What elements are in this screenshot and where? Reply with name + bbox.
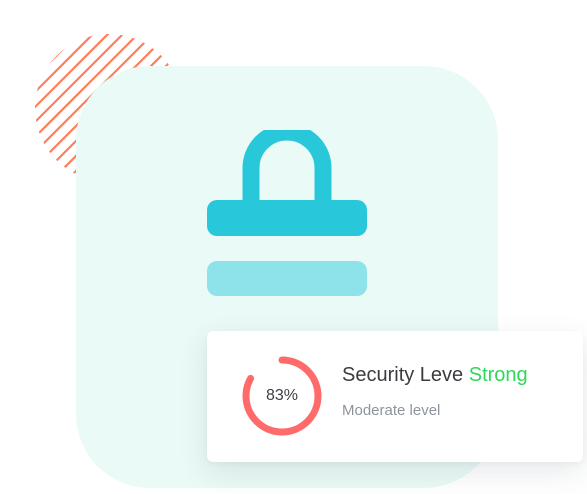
progress-percent: 83% <box>265 387 299 404</box>
security-level-subtitle: Moderate level <box>342 402 441 419</box>
security-level-label: Security Leve <box>342 364 464 386</box>
lock-icon <box>207 130 367 296</box>
lock-shackle <box>242 130 332 202</box>
security-illustration: 83% Security Leve Strong Moderate level <box>0 0 587 494</box>
lock-body-bar <box>207 200 367 236</box>
security-level-card: 83% Security Leve Strong Moderate level <box>207 331 583 462</box>
security-status: Strong <box>468 364 528 386</box>
security-level-title: Security Leve Strong <box>342 364 528 387</box>
lock-base-bar <box>207 261 367 296</box>
